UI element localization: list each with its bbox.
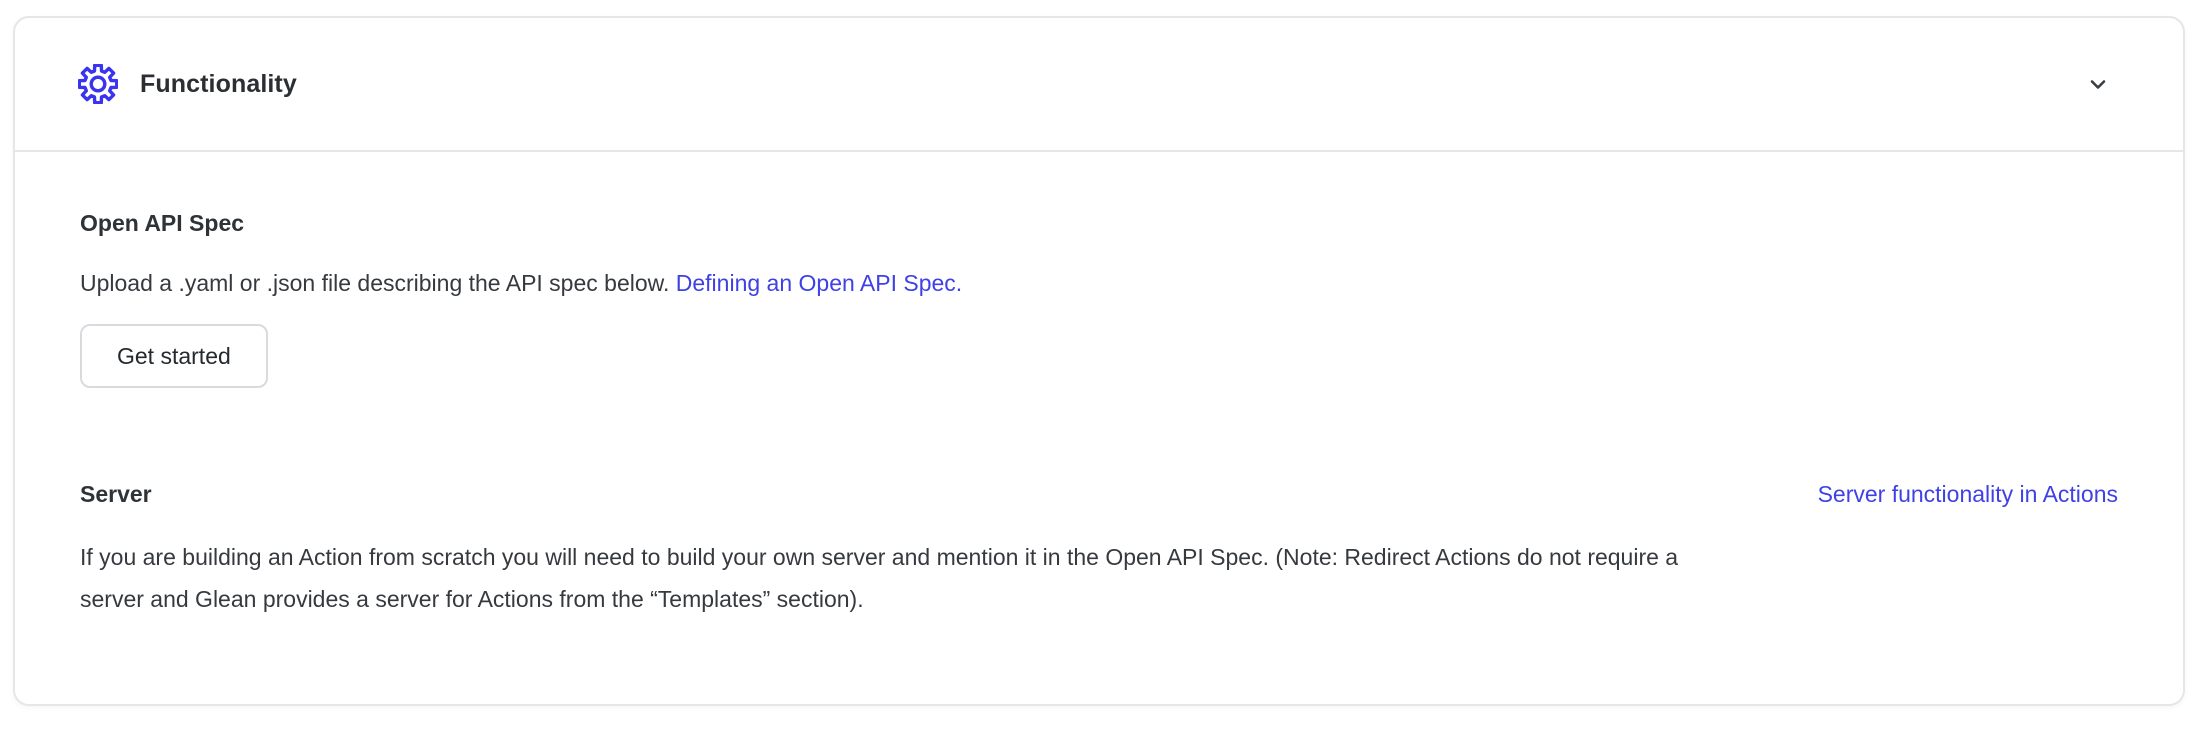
- collapse-toggle-button[interactable]: [2081, 67, 2115, 101]
- server-title: Server: [80, 480, 152, 508]
- open-api-spec-description-text: Upload a .yaml or .json file describing …: [80, 270, 669, 296]
- open-api-spec-title: Open API Spec: [80, 209, 2118, 237]
- defining-open-api-spec-link[interactable]: Defining an Open API Spec.: [676, 270, 962, 296]
- panel-body: Open API Spec Upload a .yaml or .json fi…: [15, 209, 2183, 620]
- chevron-down-icon: [2085, 71, 2111, 97]
- server-section: Server Server functionality in Actions I…: [80, 480, 2118, 620]
- server-description-line2: server and Glean provides a server for A…: [80, 578, 2118, 620]
- functionality-panel: Functionality Open API Spec Upload a .ya…: [13, 16, 2185, 706]
- server-heading-row: Server Server functionality in Actions: [80, 480, 2118, 508]
- functionality-section-header[interactable]: Functionality: [15, 18, 2183, 150]
- server-functionality-link[interactable]: Server functionality in Actions: [1818, 481, 2118, 508]
- server-description-line1: If you are building an Action from scrat…: [80, 536, 2118, 578]
- gear-icon: [78, 64, 118, 104]
- server-description: If you are building an Action from scrat…: [80, 536, 2118, 620]
- header-divider: [15, 150, 2183, 152]
- get-started-button[interactable]: Get started: [80, 324, 268, 388]
- panel-title: Functionality: [140, 70, 297, 99]
- open-api-spec-description: Upload a .yaml or .json file describing …: [80, 268, 2118, 298]
- open-api-spec-section: Open API Spec Upload a .yaml or .json fi…: [80, 209, 2118, 388]
